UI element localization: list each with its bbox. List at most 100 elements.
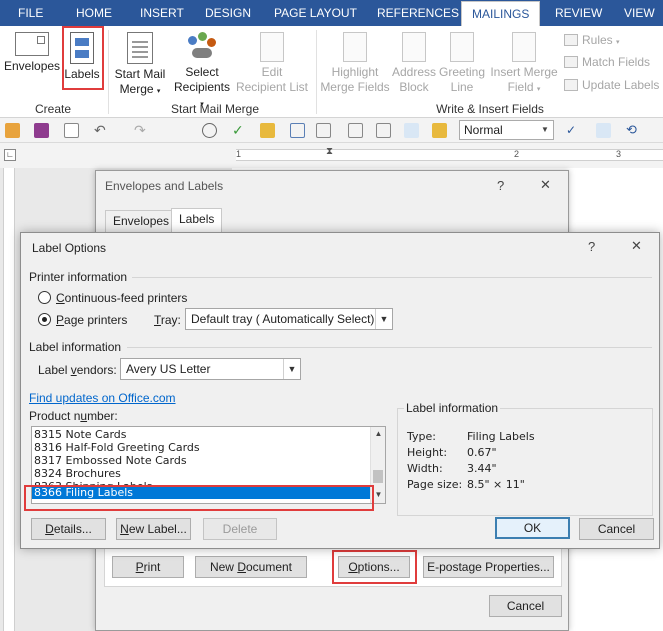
- tray-select[interactable]: Default tray ( Automatically Select) ▼: [185, 308, 393, 330]
- dialog-title: Label Options: [32, 241, 107, 255]
- scrollbar-thumb[interactable]: [373, 470, 383, 483]
- ruler-number: 2: [514, 149, 520, 159]
- label-information-box: Label information Type: Filing Labels He…: [397, 401, 653, 516]
- printer-information-heading: Printer information: [29, 270, 128, 284]
- tab-selector-icon[interactable]: ∟: [4, 149, 16, 161]
- label-vendors-value: Avery US Letter: [126, 362, 211, 376]
- address-line1: Address: [391, 65, 437, 79]
- tab-design[interactable]: DESIGN: [195, 0, 261, 26]
- highlight-merge-fields-button[interactable]: Highlight Merge Fields: [318, 32, 392, 95]
- tab-labels[interactable]: Labels: [171, 208, 223, 232]
- tab-view[interactable]: VIEW: [614, 0, 663, 26]
- print-button[interactable]: Print: [112, 556, 184, 578]
- format-icon[interactable]: [596, 123, 611, 138]
- edit-recipient-list-button[interactable]: Edit Recipient List: [234, 32, 310, 95]
- help-icon[interactable]: ?: [497, 178, 504, 193]
- list-item-selected[interactable]: 8366 Filing Labels: [32, 486, 370, 499]
- save-icon[interactable]: [34, 123, 49, 138]
- match-fields-icon: [564, 56, 578, 68]
- folder-icon[interactable]: [260, 123, 275, 138]
- new-label-button[interactable]: New Label...: [116, 518, 191, 540]
- tab-page-layout[interactable]: PAGE LAYOUT: [264, 0, 367, 26]
- undo-icon[interactable]: ↶: [94, 123, 109, 138]
- labels-button[interactable]: Labels: [64, 30, 100, 82]
- list-item[interactable]: 8317 Embossed Note Cards: [34, 454, 187, 467]
- scroll-up-icon[interactable]: ▲: [371, 429, 385, 438]
- style-value: Normal: [464, 123, 503, 137]
- spell-abc-icon[interactable]: ✓: [566, 123, 581, 138]
- info-width-key: Width:: [407, 462, 443, 475]
- update-labels-button[interactable]: Update Labels: [564, 75, 659, 95]
- page-printers-radio[interactable]: [38, 313, 51, 326]
- rules-icon: [564, 34, 578, 46]
- chevron-down-icon: ▼: [283, 359, 300, 379]
- find-updates-link[interactable]: Find updates on Office.com: [29, 391, 176, 405]
- label-vendors-select[interactable]: Avery US Letter ▼: [120, 358, 301, 380]
- ok-button[interactable]: OK: [495, 517, 570, 539]
- cancel-button[interactable]: Cancel: [579, 518, 654, 540]
- group-separator: [108, 30, 109, 114]
- edit-recipient-list-icon: [260, 32, 284, 62]
- list-item[interactable]: 8324 Brochures: [34, 467, 121, 480]
- horizontal-ruler[interactable]: 1 ⧗ 2 3: [236, 146, 663, 161]
- insert-merge-field-button[interactable]: Insert Merge Field ▾: [487, 32, 561, 97]
- group-label-create: Create: [34, 102, 72, 116]
- greeting-line-button[interactable]: Greeting Line: [438, 32, 486, 95]
- highlight-pen-icon[interactable]: [432, 123, 447, 138]
- help-icon[interactable]: ?: [588, 239, 595, 254]
- tab-home[interactable]: HOME: [66, 0, 122, 26]
- details-button[interactable]: Details...: [31, 518, 106, 540]
- address-block-button[interactable]: Address Block: [391, 32, 437, 95]
- close-icon[interactable]: ✕: [631, 238, 642, 254]
- insert-merge-line2: Field: [507, 80, 534, 94]
- product-list-scrollbar[interactable]: ▲ ▼: [370, 427, 385, 503]
- redo-icon[interactable]: ↷: [134, 123, 149, 138]
- list-item[interactable]: 8316 Half-Fold Greeting Cards: [34, 441, 200, 454]
- insert-merge-field-icon: [512, 32, 536, 62]
- page-setup-icon[interactable]: [316, 123, 331, 138]
- info-height-key: Height:: [407, 446, 448, 459]
- spelling-check-icon[interactable]: ✓: [232, 123, 247, 138]
- page-printers-label: Page printers: [56, 313, 128, 327]
- open-folder-icon[interactable]: [5, 123, 20, 138]
- match-fields-label: Match Fields: [582, 55, 651, 69]
- header-icon[interactable]: [348, 123, 363, 138]
- cancel-button[interactable]: Cancel: [489, 595, 562, 617]
- epostage-properties-button[interactable]: E-postage Properties...: [423, 556, 554, 578]
- align-icon[interactable]: [404, 123, 419, 138]
- options-button[interactable]: Options...: [338, 556, 410, 578]
- list-item[interactable]: 8315 Note Cards: [34, 428, 127, 441]
- section-divider: [127, 347, 652, 348]
- vertical-ruler[interactable]: [3, 168, 15, 631]
- print-preview-icon[interactable]: [202, 123, 217, 138]
- find-replace-icon[interactable]: ⟲: [626, 123, 641, 138]
- product-number-list[interactable]: 8315 Note Cards 8316 Half-Fold Greeting …: [31, 426, 386, 504]
- tab-insert[interactable]: INSERT: [130, 0, 194, 26]
- match-fields-button[interactable]: Match Fields: [564, 52, 650, 72]
- new-document-button[interactable]: New Document: [195, 556, 307, 578]
- envelopes-button[interactable]: Envelopes: [4, 32, 60, 74]
- footer-icon[interactable]: [376, 123, 391, 138]
- continuous-feed-radio[interactable]: [38, 291, 51, 304]
- delete-button[interactable]: Delete: [203, 518, 277, 540]
- labels-icon: [70, 32, 94, 64]
- tab-mailings[interactable]: MAILINGS: [461, 1, 541, 26]
- chevron-down-icon: ▾: [536, 86, 541, 93]
- info-height-value: 0.67": [467, 446, 497, 459]
- rules-button[interactable]: Rules ▾: [564, 30, 620, 50]
- close-icon[interactable]: ✕: [540, 177, 551, 193]
- table-icon[interactable]: [290, 123, 305, 138]
- indent-marker-icon[interactable]: ⧗: [326, 146, 333, 157]
- tab-file[interactable]: FILE: [8, 0, 54, 26]
- select-recipients-button[interactable]: Select Recipients ▾: [172, 32, 232, 112]
- tab-references[interactable]: REFERENCES: [367, 0, 469, 26]
- chevron-down-icon: ▾: [616, 39, 620, 46]
- start-mail-merge-button[interactable]: Start Mail Merge ▾: [111, 32, 169, 99]
- style-dropdown[interactable]: Normal ▼: [459, 120, 554, 140]
- tab-review[interactable]: REVIEW: [545, 0, 612, 26]
- ruler-number: 3: [616, 149, 622, 159]
- tab-envelopes[interactable]: Envelopes: [105, 210, 178, 232]
- envelopes-label: Envelopes: [4, 59, 61, 73]
- scroll-down-icon[interactable]: ▼: [371, 490, 385, 499]
- new-document-icon[interactable]: [64, 123, 79, 138]
